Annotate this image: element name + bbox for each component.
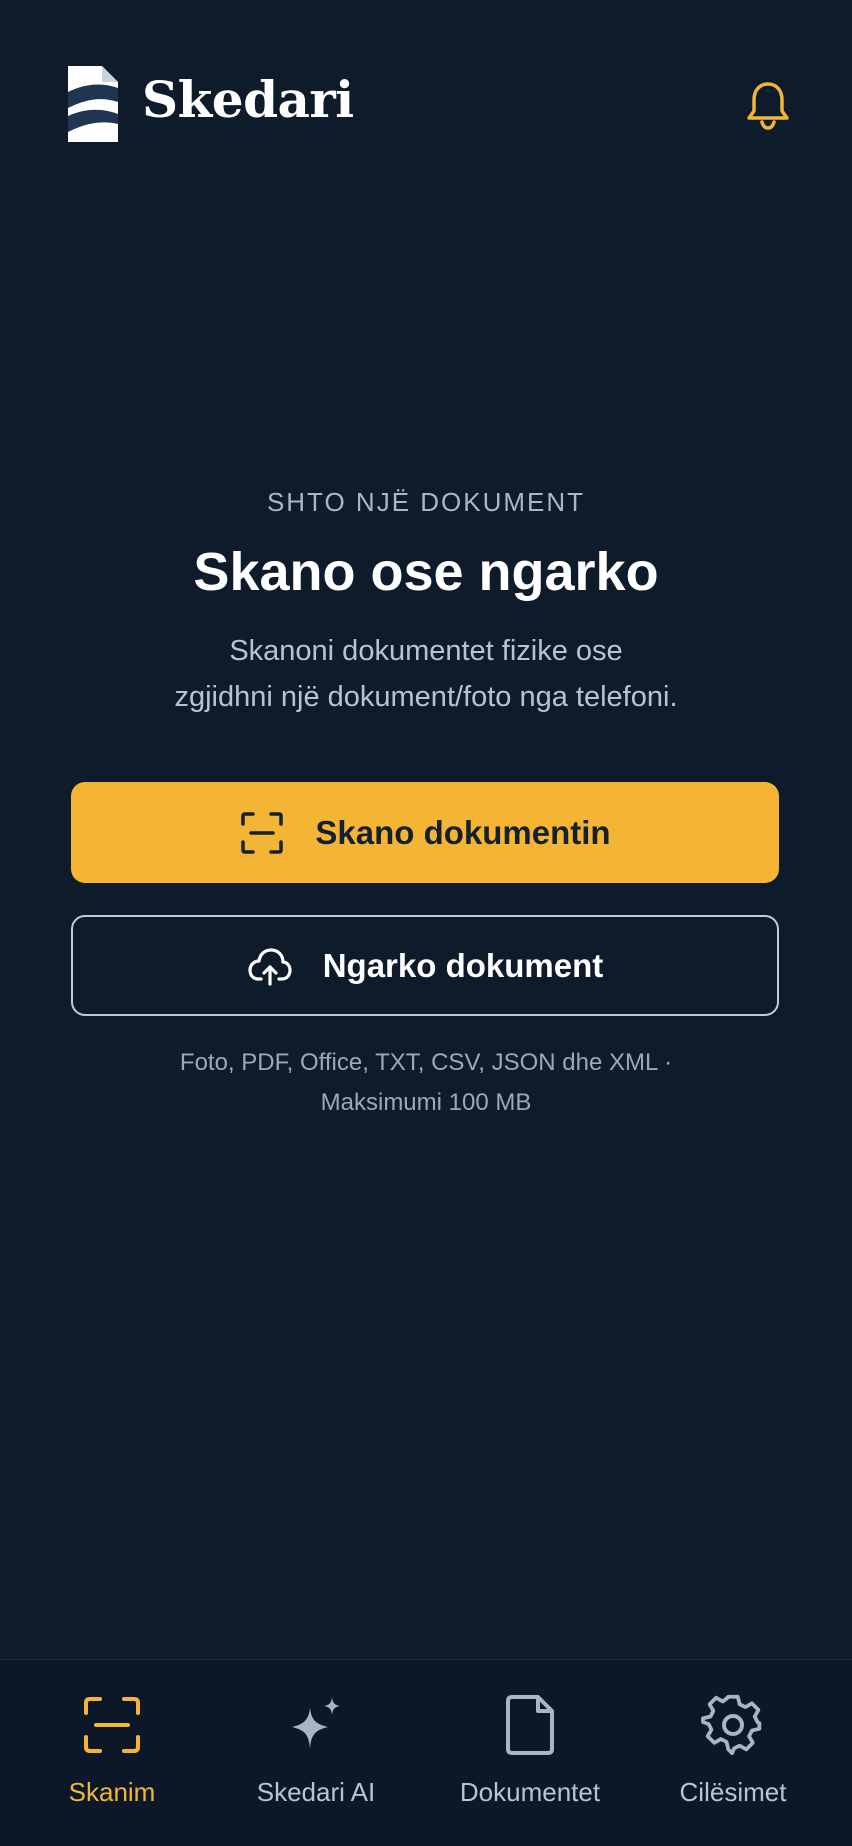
subtitle-line: Skanoni dokumentet fizike ose (229, 635, 623, 667)
bell-icon[interactable] (744, 78, 792, 130)
scan-document-button[interactable]: Skano dokumentin (71, 782, 779, 883)
subtitle-line: zgjidhni një dokument/foto nga telefoni. (174, 681, 678, 713)
section-eyebrow: SHTO NJË DOKUMENT (266, 487, 586, 517)
page-title: Skano ose ngarko (193, 542, 659, 602)
upload-button-label: Ngarko dokument (322, 946, 604, 984)
brand-name: Skedari (142, 70, 354, 129)
sparkle-icon (292, 1697, 340, 1749)
document-icon (506, 1695, 554, 1755)
nav-label: Dokumentet (459, 1777, 601, 1807)
nav-item-documents[interactable]: Dokumentet (455, 1660, 605, 1846)
app-header: Skedari (0, 0, 852, 210)
cloud-upload-icon (248, 947, 292, 986)
nav-item-scan[interactable]: Skanim (52, 1660, 172, 1846)
app-screen: Skedari SHTO NJË DOKUMENT Skano ose ngar… (0, 0, 852, 1846)
scan-icon (241, 811, 284, 854)
formats-line: Foto, PDF, Office, TXT, CSV, JSON dhe XM… (179, 1049, 673, 1076)
nav-item-skedari-ai[interactable]: Skedari AI (246, 1660, 386, 1846)
max-size-line: Maksimumi 100 MB (320, 1089, 532, 1116)
nav-item-settings[interactable]: Cilësimet (668, 1660, 798, 1846)
supported-formats-note: Foto, PDF, Office, TXT, CSV, JSON dhe XM… (0, 1043, 852, 1123)
page-subtitle: Skanoni dokumentet fizike ose zgjidhni n… (100, 628, 752, 720)
scan-button-label: Skano dokumentin (315, 813, 611, 851)
scan-icon (84, 1697, 140, 1753)
nav-label: Skanim (68, 1777, 156, 1807)
nav-label: Skedari AI (256, 1777, 376, 1807)
gear-icon (701, 1694, 762, 1756)
upload-document-button[interactable]: Ngarko dokument (71, 915, 779, 1016)
nav-label: Cilësimet (679, 1777, 787, 1807)
skedari-logo-icon (68, 66, 118, 142)
bottom-navigation: Skanim Skedari AI Dokumentet Cilësimet (0, 1659, 852, 1846)
